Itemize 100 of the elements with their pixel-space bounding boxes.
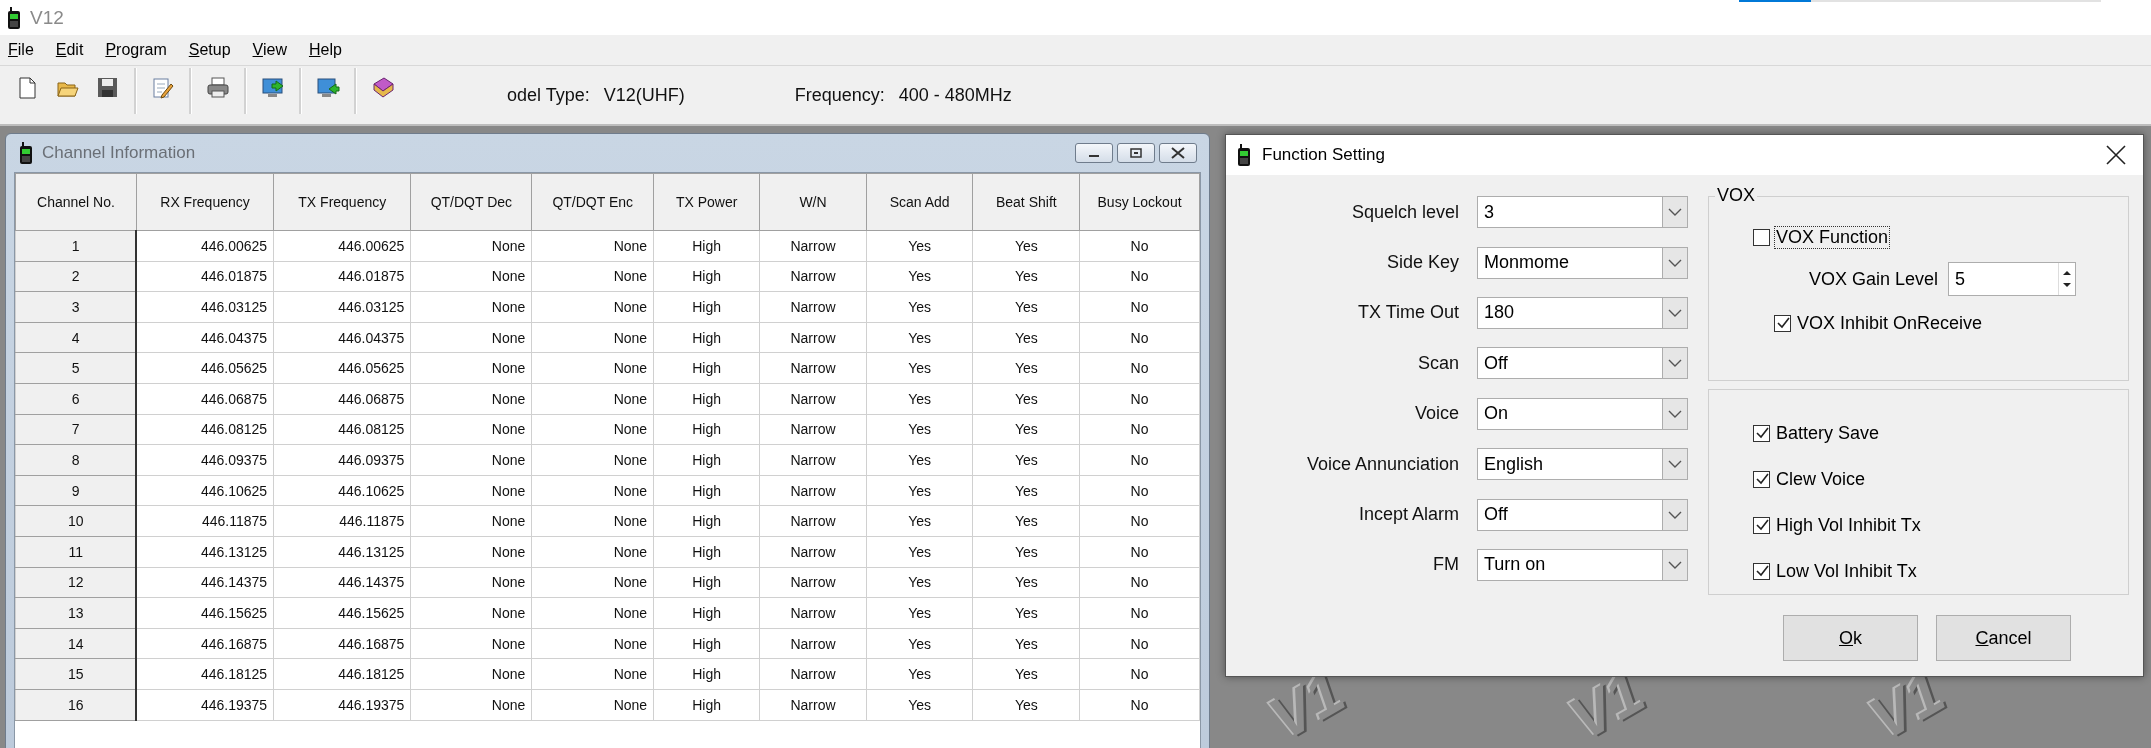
dialog-button[interactable]: Cancel bbox=[1936, 615, 2071, 661]
checkbox[interactable] bbox=[1753, 424, 1770, 442]
checkbox[interactable] bbox=[1753, 228, 1770, 246]
row-header[interactable]: 4 bbox=[15, 322, 137, 353]
column-header[interactable]: Busy Lockout bbox=[1079, 173, 1200, 231]
table-cell: Narrow bbox=[759, 597, 867, 629]
chevron-icon[interactable] bbox=[1668, 408, 1682, 419]
dropdown[interactable]: 3 bbox=[1477, 196, 1688, 229]
table-cell: 446.04375 bbox=[273, 322, 411, 353]
table-cell: No bbox=[1079, 475, 1200, 506]
row-header[interactable]: 11 bbox=[15, 536, 137, 568]
book-icon[interactable] bbox=[371, 76, 395, 100]
table-cell: Narrow bbox=[759, 352, 867, 384]
table-cell: None bbox=[410, 475, 532, 506]
dropdown[interactable]: Monmome bbox=[1477, 246, 1688, 279]
checkbox[interactable] bbox=[1774, 314, 1791, 332]
table-cell: Yes bbox=[866, 658, 973, 690]
chevron-icon[interactable] bbox=[1668, 459, 1682, 470]
row-header[interactable]: 16 bbox=[15, 689, 137, 720]
chevron-icon[interactable] bbox=[1668, 207, 1682, 218]
table-cell: 446.06875 bbox=[273, 383, 411, 415]
column-header[interactable]: Beat Shift bbox=[973, 173, 1080, 231]
menu-item[interactable]: Edit bbox=[47, 41, 98, 59]
close-button[interactable] bbox=[1159, 143, 1197, 163]
table-cell: 446.10625 bbox=[136, 475, 274, 506]
column-header[interactable]: QT/DQT Dec bbox=[410, 173, 532, 231]
row-header[interactable]: 1 bbox=[15, 230, 137, 262]
table-cell: 446.11875 bbox=[136, 505, 274, 537]
column-header[interactable]: W/N bbox=[759, 173, 867, 231]
chevron-icon[interactable] bbox=[1668, 358, 1682, 369]
dropdown[interactable]: 180 bbox=[1477, 296, 1688, 329]
checkbox-label[interactable]: VOX Inhibit OnReceive bbox=[1795, 311, 1985, 335]
menu-item[interactable]: View bbox=[244, 41, 301, 59]
row-header[interactable]: 8 bbox=[15, 444, 137, 476]
menu-item[interactable]: File bbox=[0, 41, 48, 59]
checkbox-label[interactable]: High Vol Inhibit Tx bbox=[1774, 513, 1923, 537]
column-header[interactable]: TX Frequency bbox=[273, 173, 411, 231]
chevron-icon[interactable] bbox=[1668, 257, 1682, 268]
row-header[interactable]: 13 bbox=[15, 597, 137, 629]
checkbox[interactable] bbox=[1753, 470, 1770, 488]
setting-label: VOX Gain Level bbox=[1808, 268, 1938, 290]
setting-label: FM bbox=[1432, 554, 1459, 576]
table-cell: None bbox=[531, 628, 654, 659]
column-header[interactable]: QT/DQT Enc bbox=[531, 173, 654, 231]
table-cell: Yes bbox=[973, 475, 1080, 506]
checkbox-label[interactable]: Low Vol Inhibit Tx bbox=[1774, 559, 1919, 583]
dropdown[interactable]: On bbox=[1477, 397, 1688, 430]
row-header[interactable]: 10 bbox=[15, 505, 137, 537]
number-field[interactable]: 5 bbox=[1948, 262, 2076, 296]
row-header[interactable]: 2 bbox=[15, 261, 137, 292]
monitor-arrow-icon[interactable] bbox=[261, 76, 285, 100]
chevron-icon[interactable] bbox=[1668, 307, 1682, 318]
table-cell: No bbox=[1079, 352, 1200, 384]
column-header[interactable]: RX Frequency bbox=[136, 173, 274, 231]
column-header[interactable]: Channel No. bbox=[15, 173, 137, 231]
table-cell: Narrow bbox=[759, 628, 867, 659]
dropdown[interactable]: Off bbox=[1477, 347, 1688, 380]
column-header[interactable]: Scan Add bbox=[866, 173, 973, 231]
close-icon[interactable] bbox=[2105, 144, 2127, 166]
table-cell: None bbox=[531, 322, 654, 353]
table-cell: None bbox=[531, 230, 654, 262]
column-header[interactable]: TX Power bbox=[653, 173, 760, 231]
row-header[interactable]: 3 bbox=[15, 291, 137, 323]
row-header[interactable]: 7 bbox=[15, 414, 137, 445]
setting-label: TX Time Out bbox=[1356, 302, 1459, 324]
table-cell: High bbox=[653, 536, 760, 568]
table-cell: Narrow bbox=[759, 414, 867, 445]
table-cell: Narrow bbox=[759, 689, 867, 720]
checkbox[interactable] bbox=[1753, 516, 1770, 534]
menu-item[interactable]: Program bbox=[97, 41, 181, 59]
row-header[interactable]: 9 bbox=[15, 475, 137, 506]
table-cell: 446.14375 bbox=[273, 567, 411, 598]
checkbox[interactable] bbox=[1753, 562, 1770, 580]
restore-button[interactable] bbox=[1117, 143, 1155, 163]
setting-label: Scan bbox=[1416, 352, 1459, 374]
minimize-button[interactable] bbox=[1075, 143, 1113, 163]
checkbox-label[interactable]: Battery Save bbox=[1774, 421, 1882, 445]
chevron-icon[interactable] bbox=[1668, 559, 1682, 570]
row-header[interactable]: 6 bbox=[15, 383, 137, 415]
printer-icon[interactable] bbox=[206, 76, 230, 100]
table-cell: None bbox=[531, 444, 654, 476]
table-cell: None bbox=[410, 567, 532, 598]
row-header[interactable]: 14 bbox=[15, 628, 137, 659]
dropdown[interactable]: Off bbox=[1477, 498, 1688, 531]
dropdown[interactable]: Turn on bbox=[1477, 548, 1688, 581]
chevron-icon[interactable] bbox=[1668, 509, 1682, 520]
checkbox-label[interactable]: VOX Function bbox=[1774, 225, 1891, 249]
table-cell: Yes bbox=[973, 444, 1080, 476]
row-header[interactable]: 15 bbox=[15, 658, 137, 690]
checkbox-label[interactable]: Clew Voice bbox=[1774, 467, 1868, 491]
table-cell: High bbox=[653, 383, 760, 415]
dialog-title: Function Setting bbox=[1262, 145, 1385, 165]
row-header[interactable]: 12 bbox=[15, 567, 137, 598]
menu-item[interactable]: Help bbox=[300, 41, 356, 59]
menu-item[interactable]: Setup bbox=[180, 41, 245, 59]
monitor-arrow-icon[interactable] bbox=[316, 76, 340, 100]
dialog-button[interactable]: Ok bbox=[1783, 615, 1918, 661]
row-header[interactable]: 5 bbox=[15, 352, 137, 384]
dropdown[interactable]: English bbox=[1477, 448, 1688, 481]
pencil-document-icon[interactable] bbox=[151, 76, 175, 100]
